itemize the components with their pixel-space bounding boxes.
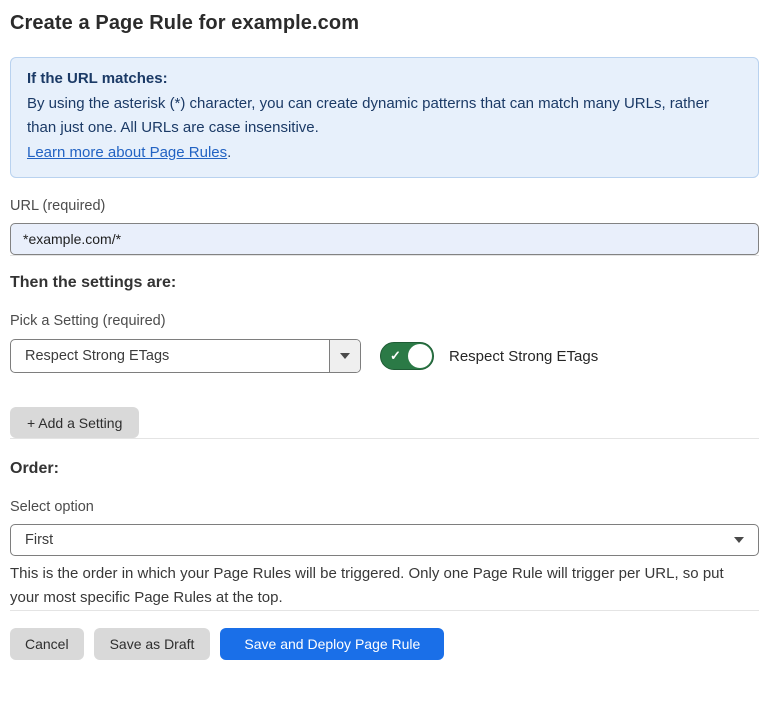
setting-select-value: Respect Strong ETags (11, 348, 329, 364)
order-select-label: Select option (10, 499, 759, 515)
url-match-info-box: If the URL matches: By using the asteris… (10, 57, 759, 178)
url-field-label: URL (required) (10, 198, 759, 214)
create-page-rule-form: Create a Page Rule for example.com If th… (0, 0, 769, 660)
footer-actions: Cancel Save as Draft Save and Deploy Pag… (10, 628, 759, 660)
toggle-knob (408, 344, 432, 368)
save-as-draft-button[interactable]: Save as Draft (94, 628, 211, 660)
add-setting-button[interactable]: + Add a Setting (10, 407, 139, 438)
page-title: Create a Page Rule for example.com (10, 11, 759, 36)
setting-toggle-group: ✓ Respect Strong ETags (380, 342, 598, 370)
info-box-heading: If the URL matches: (27, 67, 742, 92)
learn-more-link[interactable]: Learn more about Page Rules (27, 144, 227, 161)
setting-toggle-label: Respect Strong ETags (449, 348, 598, 365)
order-section-heading: Order: (10, 459, 759, 479)
chevron-down-icon (734, 537, 744, 543)
order-select-value: First (11, 532, 726, 548)
settings-section-heading: Then the settings are: (10, 273, 759, 293)
setting-select[interactable]: Respect Strong ETags (10, 339, 361, 373)
link-suffix: . (227, 144, 231, 161)
footer-divider (10, 610, 759, 611)
pick-setting-label: Pick a Setting (required) (10, 313, 759, 329)
info-box-body-text: By using the asterisk (*) character, you… (27, 95, 709, 137)
order-help-text: This is the order in which your Page Rul… (10, 562, 755, 610)
chevron-down-icon (340, 353, 350, 359)
setting-toggle-switch[interactable]: ✓ (380, 342, 434, 370)
cancel-button[interactable]: Cancel (10, 628, 84, 660)
setting-row: Respect Strong ETags ✓ Respect Strong ET… (10, 339, 759, 373)
info-box-body: By using the asterisk (*) character, you… (27, 92, 742, 141)
save-and-deploy-button[interactable]: Save and Deploy Page Rule (220, 628, 444, 660)
check-icon: ✓ (390, 349, 401, 362)
section-divider (10, 255, 759, 256)
setting-select-arrow-button[interactable] (329, 340, 360, 372)
order-select-caret (726, 537, 758, 543)
info-box-link-line: Learn more about Page Rules. (27, 141, 742, 166)
section-divider (10, 438, 759, 439)
url-input[interactable] (10, 223, 759, 255)
order-select[interactable]: First (10, 524, 759, 556)
